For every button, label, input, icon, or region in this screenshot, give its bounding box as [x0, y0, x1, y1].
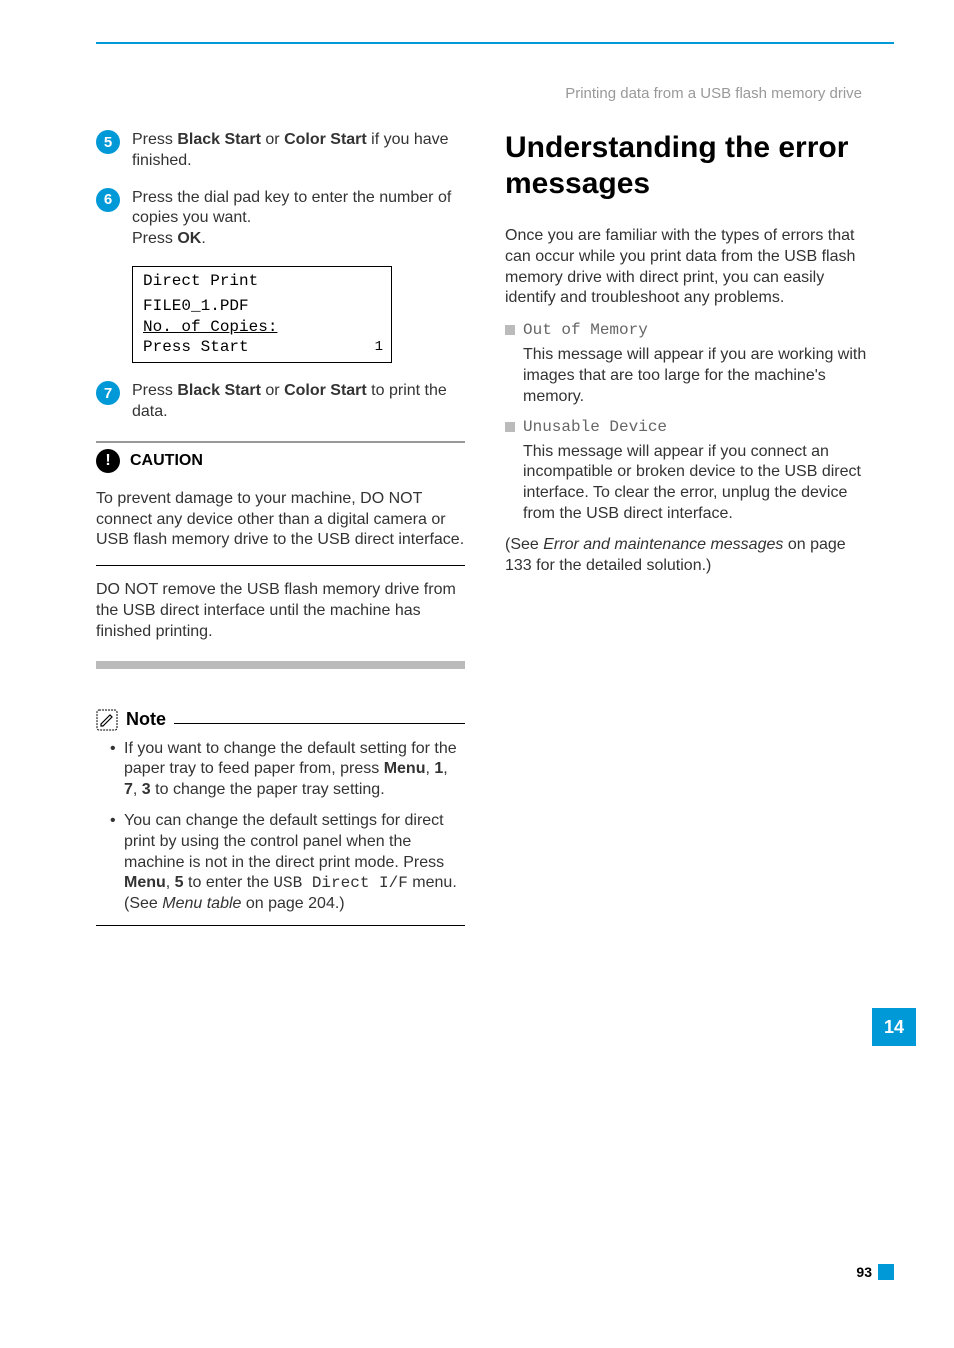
key-7: 7 — [124, 781, 133, 798]
text: to enter the — [184, 874, 274, 891]
divider — [96, 565, 465, 566]
color-start-label: Color Start — [284, 382, 367, 399]
list-item: If you want to change the default settin… — [110, 739, 465, 801]
error-item: Unusable Device — [505, 418, 874, 436]
error-code: Unusable Device — [523, 418, 667, 436]
ok-label: OK — [177, 230, 201, 247]
color-start-label: Color Start — [284, 131, 367, 148]
section-heading: Understanding the error messages — [505, 130, 874, 202]
text: Press — [132, 382, 177, 399]
note-list: If you want to change the default settin… — [96, 739, 465, 915]
note-header: Note — [96, 709, 465, 731]
text: to change the paper tray setting. — [151, 781, 385, 798]
intro-paragraph: Once you are familiar with the types of … — [505, 226, 874, 309]
text: or — [261, 382, 284, 399]
lcd-line: Press Start — [143, 337, 381, 358]
error-messages-link[interactable]: Error and maintenance messages — [543, 536, 783, 553]
caution-paragraph: DO NOT remove the USB flash memory drive… — [96, 580, 465, 642]
right-column: Understanding the error messages Once yo… — [505, 130, 874, 926]
error-item: Out of Memory — [505, 321, 874, 339]
square-bullet-icon — [505, 325, 515, 335]
text: or — [261, 131, 284, 148]
error-code: Out of Memory — [523, 321, 648, 339]
black-start-label: Black Start — [177, 382, 261, 399]
lcd-line: FILE0_1.PDF — [143, 296, 381, 317]
caution-end-bar — [96, 661, 465, 669]
text: , — [166, 874, 175, 891]
square-bullet-icon — [505, 422, 515, 432]
page-number-accent — [878, 1264, 894, 1280]
lcd-value: 1 — [375, 338, 383, 356]
text: Press — [132, 131, 177, 148]
see-reference: (See Error and maintenance messages on p… — [505, 535, 874, 577]
menu-key: Menu — [124, 874, 166, 891]
caution-icon: ! — [96, 449, 120, 473]
text: Press — [132, 230, 177, 247]
usb-menu-label: USB Direct I/F — [273, 874, 407, 892]
error-description: This message will appear if you are work… — [523, 345, 874, 407]
step-6: 6 Press the dial pad key to enter the nu… — [96, 188, 465, 250]
key-1: 1 — [434, 760, 443, 777]
text: You can change the default settings for … — [124, 812, 444, 871]
pencil-icon — [96, 709, 118, 731]
left-column: 5 Press Black Start or Color Start if yo… — [96, 130, 465, 926]
running-header: Printing data from a USB flash memory dr… — [565, 85, 862, 102]
text: on page 204.) — [241, 895, 344, 912]
page-number: 93 — [856, 1264, 872, 1280]
list-item: You can change the default settings for … — [110, 811, 465, 915]
text: (See — [505, 536, 543, 553]
caution-header: ! CAUTION — [96, 441, 465, 479]
step-number-badge: 5 — [96, 130, 120, 154]
lcd-line: Direct Print — [143, 271, 381, 292]
menu-key: Menu — [384, 760, 426, 777]
note-label: Note — [126, 709, 166, 730]
error-description: This message will appear if you connect … — [523, 442, 874, 525]
lcd-line: No. of Copies: — [143, 317, 381, 338]
divider — [96, 925, 465, 926]
text: Press the dial pad key to enter the numb… — [132, 189, 451, 227]
black-start-label: Black Start — [177, 131, 261, 148]
header-rule — [96, 42, 894, 44]
caution-paragraph: To prevent damage to your machine, DO NO… — [96, 489, 465, 551]
menu-table-link[interactable]: Menu table — [162, 895, 241, 912]
main-content: 5 Press Black Start or Color Start if yo… — [96, 130, 874, 926]
step-number-badge: 7 — [96, 381, 120, 405]
text: , — [443, 760, 447, 777]
chapter-tab: 14 — [872, 1008, 916, 1046]
caution-label: CAUTION — [130, 452, 203, 470]
key-3: 3 — [142, 781, 151, 798]
lcd-display: Direct Print FILE0_1.PDF No. of Copies: … — [132, 266, 392, 363]
divider — [174, 723, 465, 724]
step-6-text: Press the dial pad key to enter the numb… — [132, 188, 465, 250]
step-7: 7 Press Black Start or Color Start to pr… — [96, 381, 465, 423]
step-7-text: Press Black Start or Color Start to prin… — [132, 381, 465, 423]
step-number-badge: 6 — [96, 188, 120, 212]
step-5: 5 Press Black Start or Color Start if yo… — [96, 130, 465, 172]
text: . — [201, 230, 205, 247]
key-5: 5 — [175, 874, 184, 891]
step-5-text: Press Black Start or Color Start if you … — [132, 130, 465, 172]
text: , — [133, 781, 142, 798]
